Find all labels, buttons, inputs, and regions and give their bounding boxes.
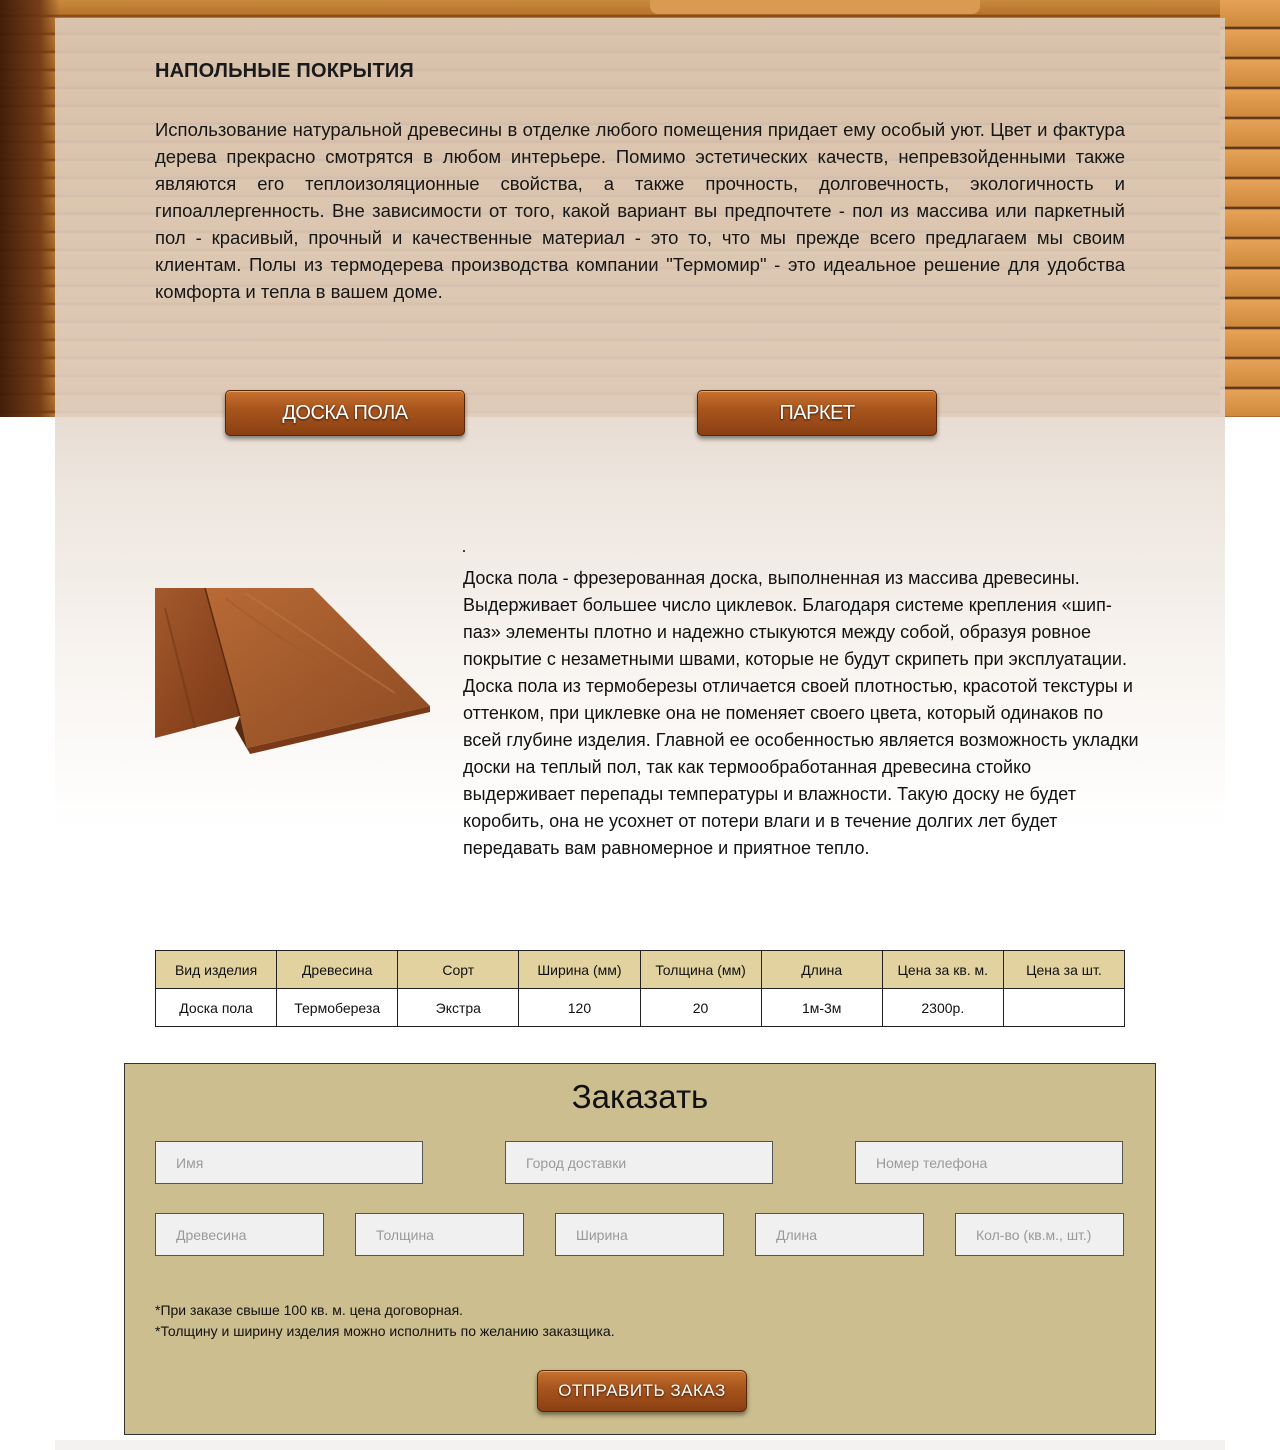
table-header: Цена за шт. <box>1002 950 1126 989</box>
specs-table: Вид изделия Древесина Сорт Ширина (мм) Т… <box>154 950 1126 1027</box>
order-note: *При заказе свыше 100 кв. м. цена догово… <box>155 1302 464 1318</box>
table-header: Толщина (мм) <box>639 950 762 989</box>
intro-text: Использование натуральной древесины в от… <box>155 119 1125 302</box>
name-input[interactable] <box>155 1141 423 1184</box>
table-cell: Термобереза <box>276 988 399 1027</box>
hero-plank <box>650 0 980 14</box>
order-title: Заказать <box>571 1078 709 1115</box>
table-cell: 1м-3м <box>760 988 883 1027</box>
city-input[interactable] <box>505 1141 773 1184</box>
thickness-input[interactable] <box>355 1213 524 1256</box>
width-input[interactable] <box>555 1213 724 1256</box>
table-cell: 2300р. <box>881 988 1004 1027</box>
doska-pola-button[interactable]: ДОСКА ПОЛА <box>225 390 465 436</box>
length-input[interactable] <box>755 1213 924 1256</box>
table-header: Ширина (мм) <box>518 950 641 989</box>
page-title: НАПОЛЬНЫЕ ПОКРЫТИЯ <box>155 60 415 82</box>
table-cell: Доска пола <box>154 988 278 1027</box>
description-paragraph-1: Доска пола - фрезерованная доска, выполн… <box>463 568 1127 669</box>
quantity-input[interactable] <box>955 1213 1124 1256</box>
table-header: Вид изделия <box>154 950 278 989</box>
table-cell: Экстра <box>397 988 520 1027</box>
table-header: Длина <box>760 950 883 989</box>
table-header: Цена за кв. м. <box>881 950 1004 989</box>
floor-board-image <box>155 588 430 754</box>
table-cell <box>1002 988 1126 1027</box>
decorative-dot <box>463 550 465 552</box>
parket-button[interactable]: ПАРКЕТ <box>697 390 937 436</box>
submit-order-button[interactable]: ОТПРАВИТЬ ЗАКАЗ <box>537 1370 747 1412</box>
table-header: Сорт <box>397 950 520 989</box>
phone-input[interactable] <box>855 1141 1123 1184</box>
order-note: *Толщину и ширину изделия можно исполнит… <box>155 1323 615 1339</box>
table-header: Древесина <box>276 950 399 989</box>
order-form: Заказать *При заказе свыше 100 кв. м. це… <box>124 1063 1156 1435</box>
table-cell: 20 <box>639 988 762 1027</box>
wood-input[interactable] <box>155 1213 324 1256</box>
footer-edge <box>55 1440 1225 1450</box>
table-cell: 120 <box>518 988 641 1027</box>
description-paragraph-2: Доска пола из термоберезы отличается сво… <box>463 676 1139 858</box>
hero-wall-strip <box>1220 0 1280 417</box>
order-notes: *При заказе свыше 100 кв. м. цена догово… <box>155 1300 615 1342</box>
product-description: Доска пола - фрезерованная доска, выполн… <box>463 565 1143 862</box>
table-header-row: Вид изделия Древесина Сорт Ширина (мм) Т… <box>154 950 1126 989</box>
table-row: Доска пола Термобереза Экстра 120 20 1м-… <box>154 988 1126 1027</box>
